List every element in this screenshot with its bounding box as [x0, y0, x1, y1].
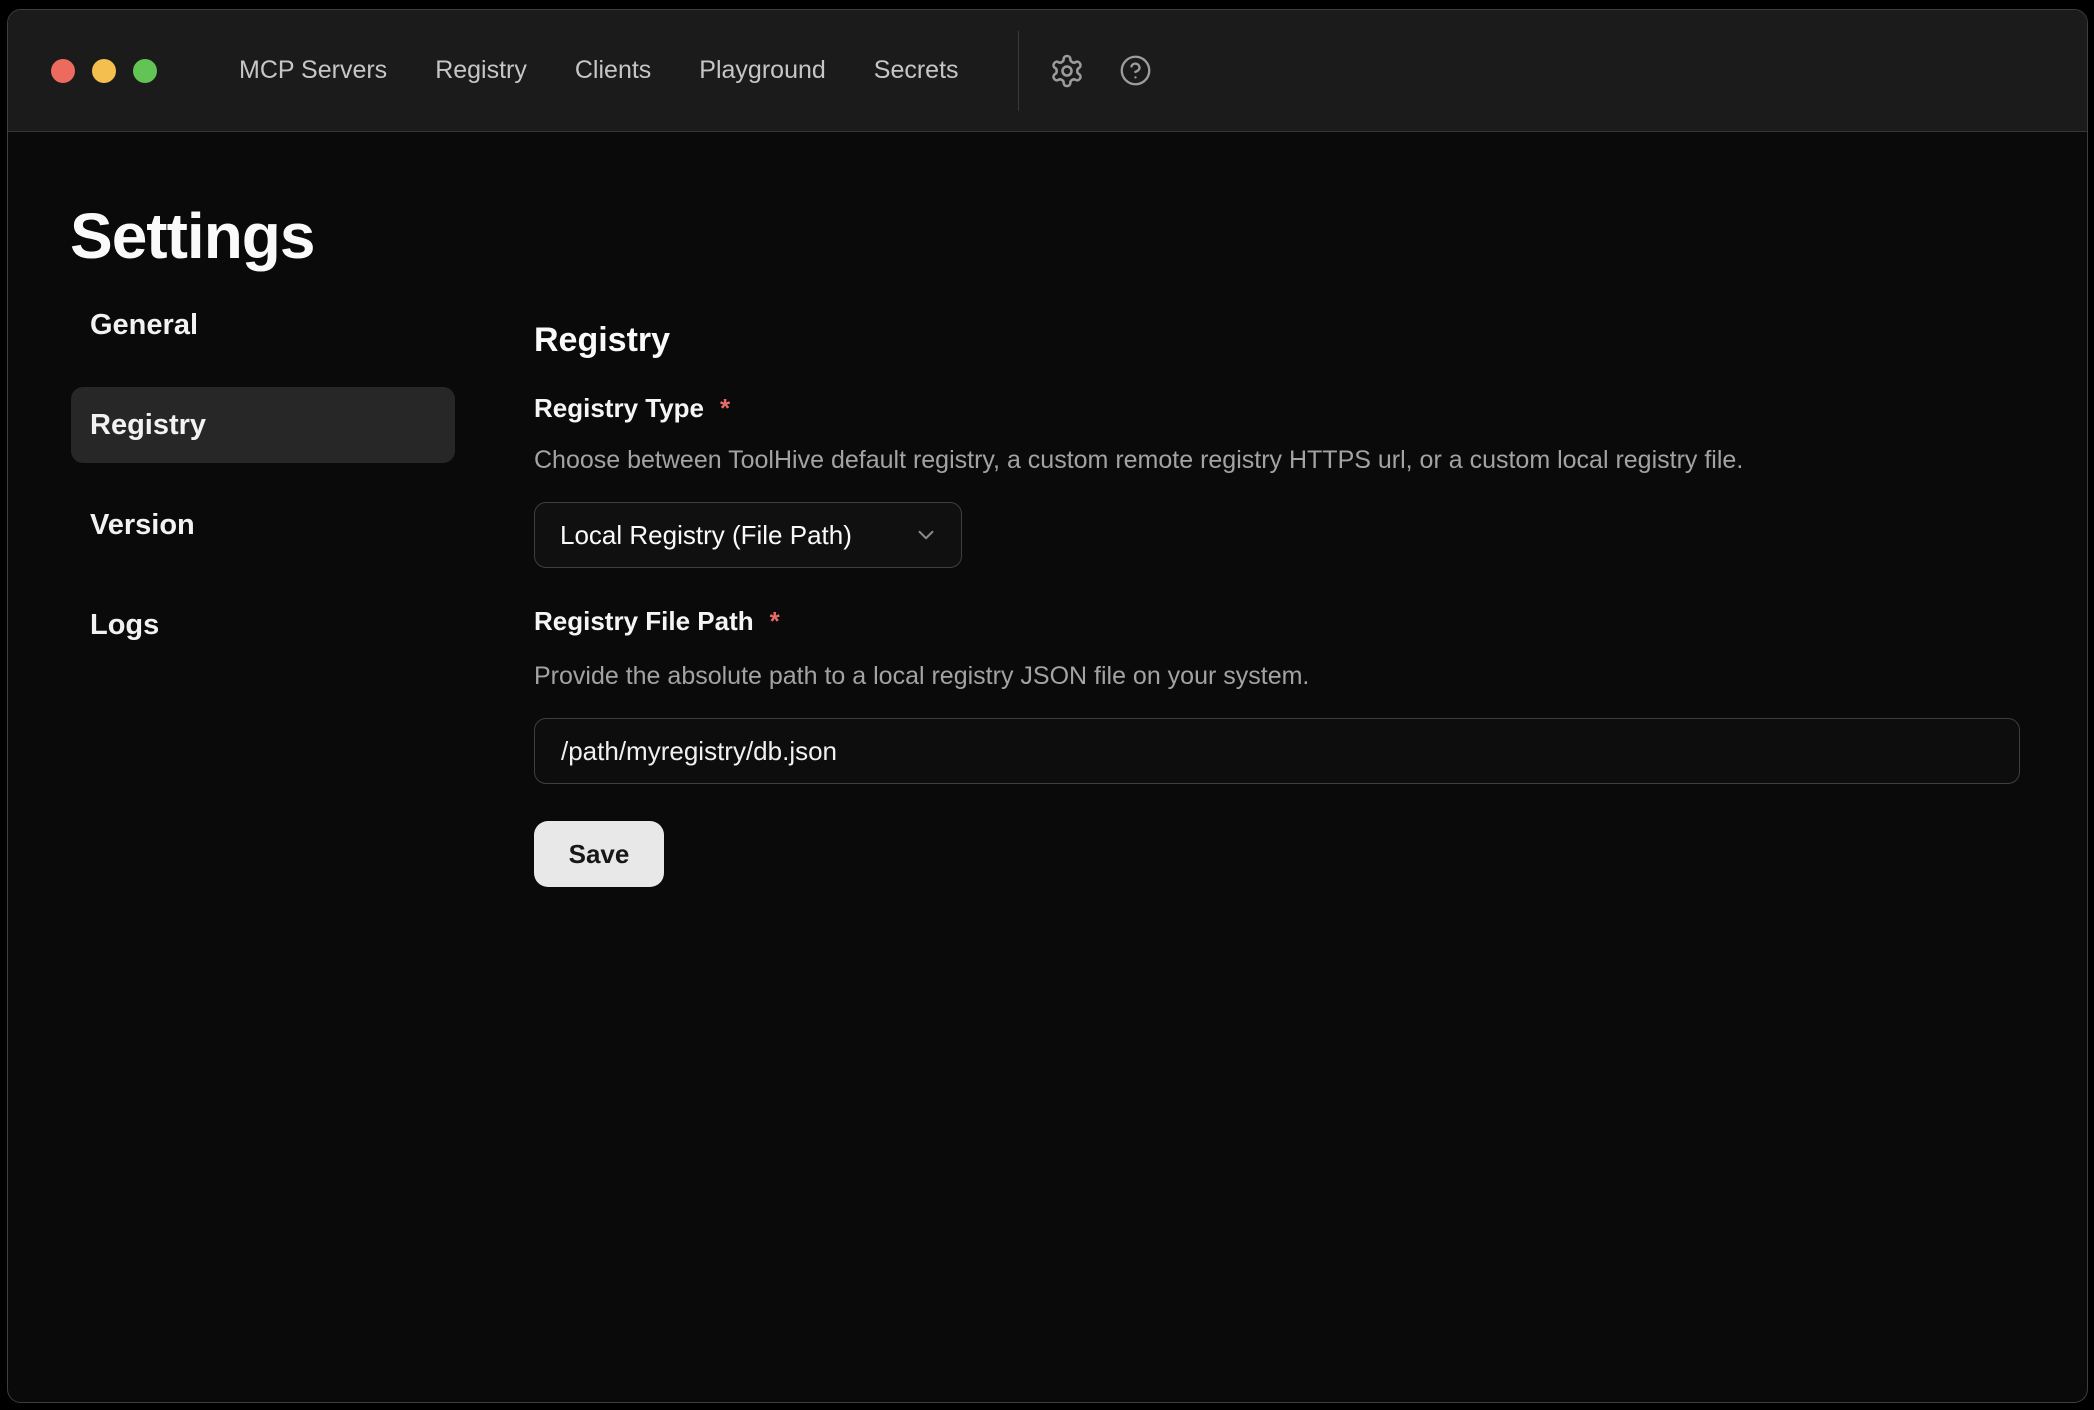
nav-item-mcp-servers[interactable]: MCP Servers — [239, 56, 387, 85]
registry-file-path-description: Provide the absolute path to a local reg… — [534, 662, 1309, 691]
sidebar-item-general[interactable]: General — [71, 287, 455, 363]
registry-type-label: Registry Type * — [534, 393, 730, 424]
required-asterisk: * — [770, 606, 780, 637]
sidebar-item-version[interactable]: Version — [71, 487, 455, 563]
registry-type-select[interactable]: Local Registry (File Path) — [534, 502, 962, 568]
zoom-button[interactable] — [133, 59, 157, 83]
registry-file-path-label-text: Registry File Path — [534, 606, 754, 637]
page-title: Settings — [70, 199, 314, 273]
traffic-lights — [51, 59, 157, 83]
registry-type-description: Choose between ToolHive default registry… — [534, 446, 1743, 475]
sidebar-item-registry[interactable]: Registry — [71, 387, 455, 463]
minimize-button[interactable] — [92, 59, 116, 83]
required-asterisk: * — [720, 393, 730, 424]
registry-type-selected-value: Local Registry (File Path) — [560, 520, 852, 551]
nav-item-registry[interactable]: Registry — [435, 56, 527, 85]
sidebar-item-logs[interactable]: Logs — [71, 587, 455, 663]
settings-sidebar: General Registry Version Logs — [71, 287, 455, 663]
app-window: MCP Servers Registry Clients Playground … — [7, 9, 2088, 1403]
registry-file-path-input[interactable] — [534, 718, 2020, 784]
registry-settings-panel: Registry Registry Type * Choose between … — [534, 10, 2020, 1402]
chevron-down-icon — [913, 522, 939, 548]
registry-type-label-text: Registry Type — [534, 393, 704, 424]
section-heading: Registry — [534, 321, 670, 360]
registry-file-path-label: Registry File Path * — [534, 606, 780, 637]
close-button[interactable] — [51, 59, 75, 83]
save-button[interactable]: Save — [534, 821, 664, 887]
